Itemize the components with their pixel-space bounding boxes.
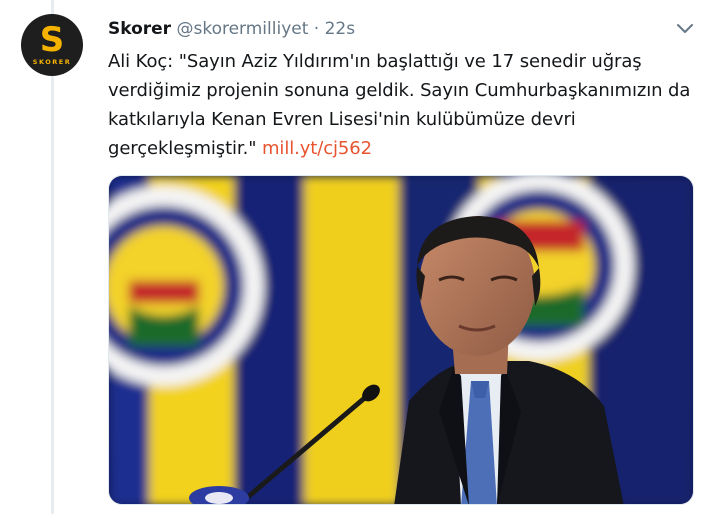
author-handle[interactable]: @skorermilliyet xyxy=(176,19,308,39)
avatar-letter: S xyxy=(39,20,65,60)
tweet-time[interactable]: 22s xyxy=(325,19,356,39)
tweet-body: Ali Koç: "Sayın Aziz Yıldırım'ın başlatt… xyxy=(108,51,691,159)
thread-line xyxy=(51,0,54,514)
author-name[interactable]: Skorer xyxy=(108,19,171,39)
tweet-link[interactable]: mill.yt/cj562 xyxy=(262,138,372,159)
tweet-text: Ali Koç: "Sayın Aziz Yıldırım'ın başlatt… xyxy=(108,47,708,163)
avatar[interactable]: S SKORER xyxy=(21,14,83,76)
avatar-text: SKORER xyxy=(32,58,72,66)
chevron-down-icon[interactable] xyxy=(674,17,696,39)
tweet-header: Skorer @skorermilliyet · 22s xyxy=(108,18,355,40)
header-separator: · xyxy=(313,19,320,39)
tweet-media-photo[interactable] xyxy=(108,175,694,505)
photo-image xyxy=(109,176,693,504)
